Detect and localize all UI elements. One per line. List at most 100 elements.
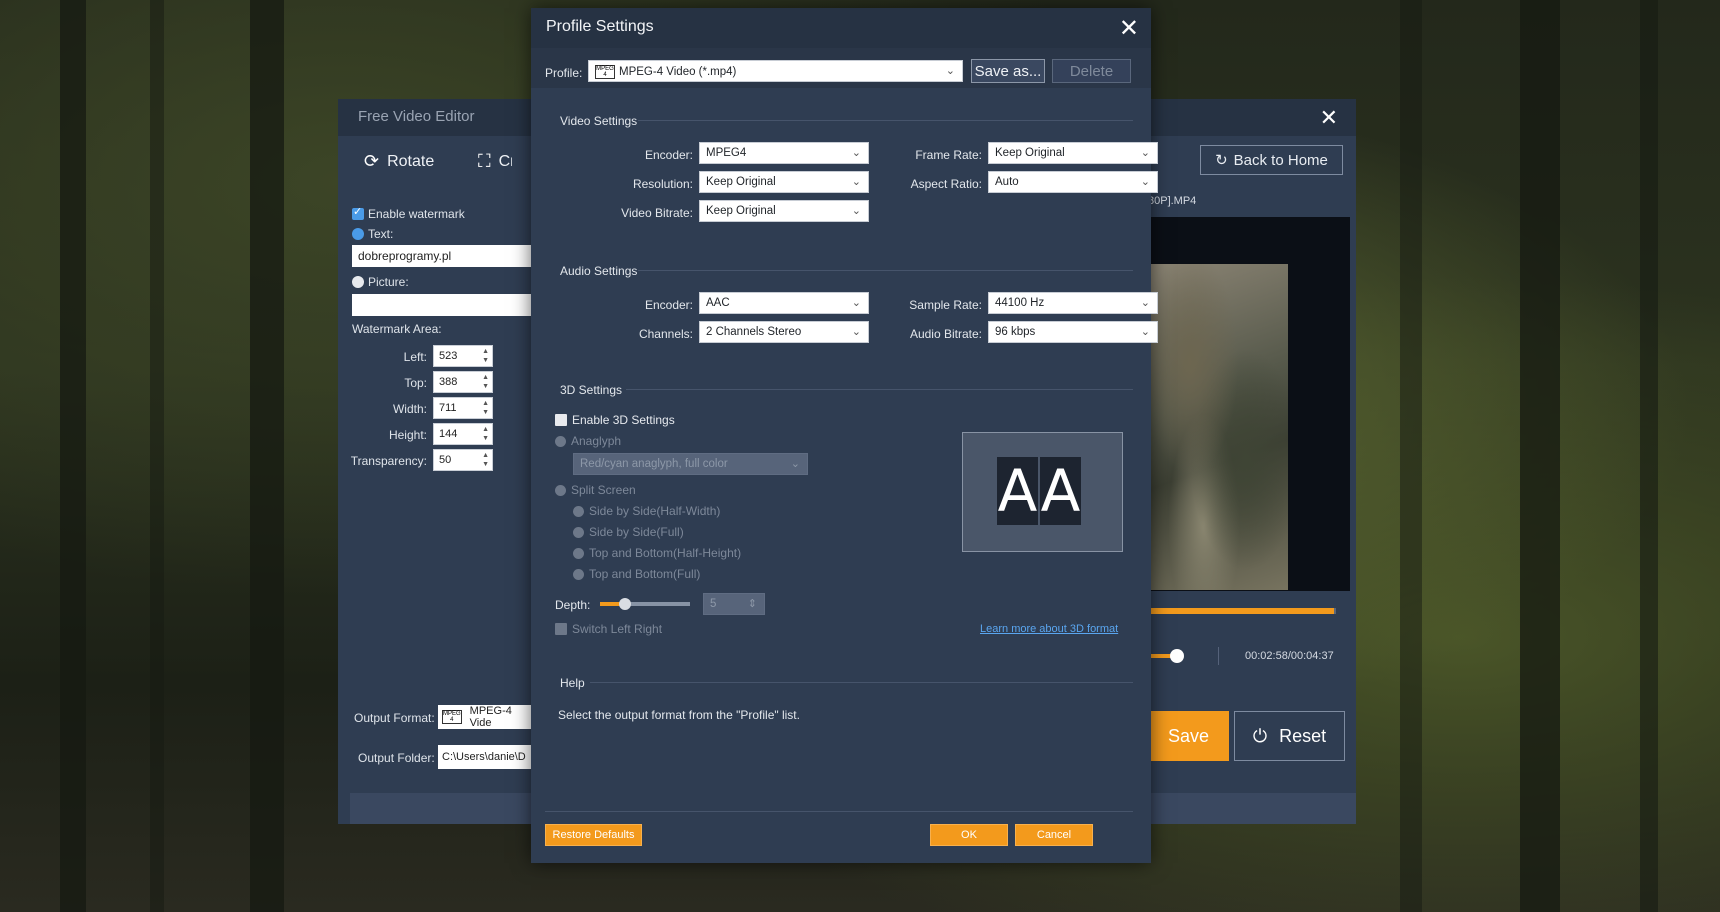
chevron-down-icon: ⌄ bbox=[851, 205, 861, 217]
cancel-button[interactable]: Cancel bbox=[1015, 824, 1093, 846]
video-encoder-label: Encoder: bbox=[644, 148, 693, 162]
split-option-label: Side by Side(Full) bbox=[589, 525, 684, 539]
sample-rate-select[interactable]: 44100 Hz ⌄ bbox=[988, 292, 1158, 314]
output-folder-input[interactable]: C:\Users\danie\D bbox=[438, 745, 532, 769]
transparency-value: 50 bbox=[439, 454, 452, 466]
chevron-down-icon: ⌄ bbox=[945, 65, 955, 77]
radio-icon bbox=[573, 526, 584, 538]
depth-spinbox[interactable]: 5 ⇕ bbox=[703, 593, 765, 615]
profile-label: Profile: bbox=[545, 66, 583, 80]
split-option-radio[interactable]: Side by Side(Full) bbox=[573, 525, 684, 539]
depth-value: 5 bbox=[710, 598, 717, 610]
radio-icon bbox=[555, 484, 566, 496]
video-encoder-value: MPEG4 bbox=[706, 147, 747, 159]
video-filename: 80P].MP4 bbox=[1148, 195, 1197, 207]
split-screen-radio[interactable]: Split Screen bbox=[555, 483, 636, 497]
watermark-picture-input[interactable] bbox=[352, 294, 532, 316]
anaglyph-label: Anaglyph bbox=[571, 434, 622, 448]
split-option-radio[interactable]: Top and Bottom(Full) bbox=[573, 567, 700, 581]
radio-icon bbox=[352, 228, 364, 240]
radio-icon bbox=[573, 568, 584, 580]
restore-defaults-button[interactable]: Restore Defaults bbox=[545, 824, 642, 846]
reset-label: Reset bbox=[1279, 725, 1327, 746]
resolution-label: Resolution: bbox=[632, 177, 693, 191]
profile-select[interactable]: MPEG 4 MPEG-4 Video (*.mp4) ⌄ bbox=[588, 60, 963, 82]
radio-icon bbox=[573, 547, 584, 559]
chevron-down-icon: ⌄ bbox=[851, 326, 861, 338]
playback-progress[interactable] bbox=[1148, 608, 1336, 614]
background-tree bbox=[250, 0, 284, 912]
width-spinbox[interactable]: 711 ▲ ▼ bbox=[433, 397, 493, 419]
resolution-select[interactable]: Keep Original ⌄ bbox=[699, 171, 869, 193]
learn-more-3d-link[interactable]: Learn more about 3D format bbox=[980, 623, 1118, 635]
output-format-select[interactable]: MPEG 4 MPEG-4 Vide bbox=[438, 705, 532, 729]
delete-button[interactable]: Delete bbox=[1052, 59, 1131, 83]
ok-button[interactable]: OK bbox=[930, 824, 1008, 846]
anaglyph-select[interactable]: Red/cyan anaglyph, full color ⌄ bbox=[573, 453, 808, 475]
video-settings-heading: Video Settings bbox=[560, 114, 638, 128]
volume-knob[interactable] bbox=[1170, 649, 1184, 663]
aspect-ratio-value: Auto bbox=[995, 176, 1019, 188]
enable-watermark-checkbox[interactable]: Enable watermark bbox=[352, 205, 465, 221]
split-option-label: Top and Bottom(Full) bbox=[589, 567, 701, 581]
picture-radio[interactable]: Picture: bbox=[352, 275, 409, 289]
watermark-text-input[interactable]: dobreprogramy.pl bbox=[352, 245, 532, 267]
picture-radio-label: Picture: bbox=[368, 275, 409, 289]
spin-arrows-icon[interactable]: ▲ ▼ bbox=[482, 347, 489, 365]
save-button[interactable]: Save bbox=[1148, 711, 1229, 761]
back-to-home-button[interactable]: ↻ Back to Home bbox=[1200, 145, 1343, 175]
top-spinbox[interactable]: 388 ▲ ▼ bbox=[433, 371, 493, 393]
spin-arrows-icon[interactable]: ▲ ▼ bbox=[482, 425, 489, 443]
aspect-ratio-select[interactable]: Auto ⌄ bbox=[988, 171, 1158, 193]
spin-arrows-icon[interactable]: ▲ ▼ bbox=[482, 451, 489, 469]
video-bitrate-select[interactable]: Keep Original ⌄ bbox=[699, 200, 869, 222]
background-tree bbox=[1520, 0, 1560, 912]
spin-arrows-icon[interactable]: ▲ ▼ bbox=[482, 399, 489, 417]
radio-icon bbox=[555, 435, 566, 447]
split-option-label: Top and Bottom(Half-Height) bbox=[589, 546, 742, 560]
channels-select[interactable]: 2 Channels Stereo ⌄ bbox=[699, 321, 869, 343]
audio-bitrate-value: 96 kbps bbox=[995, 326, 1036, 338]
reset-button[interactable]: ⏻ Reset bbox=[1234, 711, 1345, 761]
rotate-button[interactable]: ⟳ Rotate bbox=[364, 151, 434, 172]
split-option-radio[interactable]: Top and Bottom(Half-Height) bbox=[573, 546, 741, 560]
enable-3d-checkbox[interactable]: Enable 3D Settings bbox=[555, 413, 675, 427]
split-option-radio[interactable]: Side by Side(Half-Width) bbox=[573, 504, 720, 518]
spin-arrows-icon[interactable]: ⇕ bbox=[748, 597, 757, 610]
checkbox-icon bbox=[555, 414, 567, 426]
chevron-down-icon: ⌄ bbox=[1140, 326, 1150, 338]
anaglyph-value: Red/cyan anaglyph, full color bbox=[580, 458, 728, 470]
height-label: Height: bbox=[388, 428, 427, 442]
output-format-label: Output Format: bbox=[354, 711, 435, 725]
chevron-down-icon: ⌄ bbox=[1140, 147, 1150, 159]
text-radio[interactable]: Text: bbox=[352, 227, 393, 241]
anaglyph-radio[interactable]: Anaglyph bbox=[555, 434, 621, 448]
spin-arrows-icon[interactable]: ▲ ▼ bbox=[482, 373, 489, 391]
transparency-spinbox[interactable]: 50 ▲ ▼ bbox=[433, 449, 493, 471]
aspect-ratio-label: Aspect Ratio: bbox=[910, 177, 982, 191]
audio-bitrate-select[interactable]: 96 kbps ⌄ bbox=[988, 321, 1158, 343]
profile-value: MPEG-4 Video (*.mp4) bbox=[619, 66, 737, 79]
video-encoder-select[interactable]: MPEG4 ⌄ bbox=[699, 142, 869, 164]
height-spinbox[interactable]: 144 ▲ ▼ bbox=[433, 423, 493, 445]
width-label: Width: bbox=[392, 402, 427, 416]
depth-slider-knob[interactable] bbox=[619, 598, 632, 610]
enable-watermark-label: Enable watermark bbox=[368, 207, 465, 221]
dialog-title: Profile Settings bbox=[546, 18, 654, 35]
save-as-button[interactable]: Save as... bbox=[971, 59, 1045, 83]
mpeg4-format-icon: MPEG 4 bbox=[595, 65, 615, 79]
audio-encoder-select[interactable]: AAC ⌄ bbox=[699, 292, 869, 314]
close-icon[interactable]: ✕ bbox=[1119, 14, 1139, 43]
left-spinbox[interactable]: 523 ▲ ▼ bbox=[433, 345, 493, 367]
checkbox-icon bbox=[555, 623, 567, 635]
frame-rate-select[interactable]: Keep Original ⌄ bbox=[988, 142, 1158, 164]
radio-icon bbox=[573, 505, 584, 517]
crop-button[interactable]: ⛶ Crop bbox=[478, 151, 512, 172]
crop-icon: ⛶ bbox=[478, 151, 491, 171]
frame-rate-value: Keep Original bbox=[995, 147, 1065, 159]
switch-left-right-checkbox[interactable]: Switch Left Right bbox=[555, 622, 662, 636]
output-folder-value: C:\Users\danie\D bbox=[442, 751, 526, 763]
back-to-home-label: Back to Home bbox=[1233, 151, 1328, 169]
close-icon[interactable]: ✕ bbox=[1320, 105, 1338, 131]
top-value: 388 bbox=[439, 376, 458, 388]
